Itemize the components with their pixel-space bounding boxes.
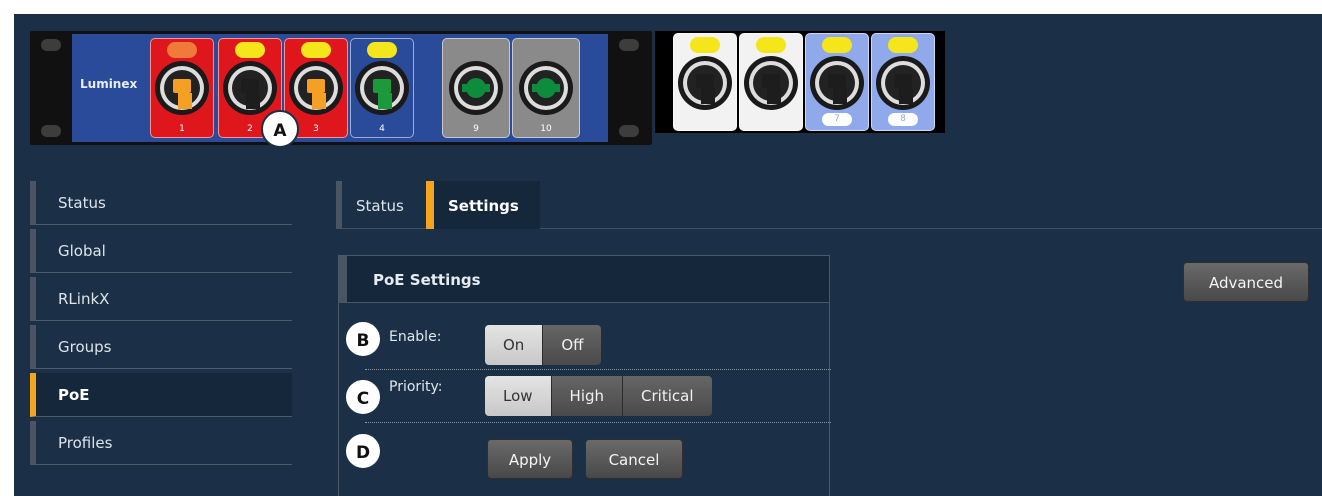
port-number: 9 <box>473 124 479 134</box>
port-number: 4 <box>379 124 385 134</box>
device-front-panel: Luminex 1 2 3 4 9 10 <box>30 31 652 145</box>
enable-toggle-group: On Off <box>485 325 602 365</box>
tab-status[interactable]: Status <box>336 181 424 229</box>
priority-low-button[interactable]: Low <box>485 376 551 416</box>
port-led <box>822 37 852 53</box>
port-led <box>690 37 720 53</box>
sidebar-item-global[interactable]: Global <box>30 229 292 273</box>
rack-ear-hole <box>619 125 639 137</box>
port-number: 10 <box>540 124 552 134</box>
sidebar-item-groups[interactable]: Groups <box>30 325 292 369</box>
sidebar-item-profiles[interactable]: Profiles <box>30 421 292 465</box>
sidebar-item-status[interactable]: Status <box>30 181 292 225</box>
rack-ear-hole <box>41 125 61 137</box>
port-led <box>756 37 786 53</box>
port-led <box>367 42 397 58</box>
callout-marker-a: A <box>261 110 299 148</box>
device-expansion-panel: 7 8 <box>655 31 945 133</box>
port-led <box>888 37 918 53</box>
port-5[interactable] <box>673 33 737 131</box>
port-led <box>301 42 331 58</box>
rj45-jack-icon <box>678 56 732 110</box>
brand-logo: Luminex <box>80 77 138 91</box>
callout-marker-d: D <box>344 432 382 470</box>
priority-critical-button[interactable]: Critical <box>622 376 712 416</box>
port-9[interactable]: 9 <box>442 38 510 138</box>
callout-marker-c: C <box>344 378 382 416</box>
port-6[interactable] <box>739 33 803 131</box>
rj45-jack-icon <box>155 61 209 115</box>
port-7[interactable]: 7 <box>805 33 869 131</box>
rack-ear-hole <box>41 39 61 51</box>
port-number <box>690 113 720 126</box>
rj45-jack-icon <box>876 56 930 110</box>
port-led <box>235 42 265 58</box>
row-divider <box>365 369 831 370</box>
advanced-button[interactable]: Advanced <box>1183 262 1309 302</box>
rack-ear-hole <box>619 39 639 51</box>
port-led <box>167 42 197 58</box>
rj45-jack-icon <box>810 56 864 110</box>
enable-on-button[interactable]: On <box>485 325 543 365</box>
sidebar-item-poe[interactable]: PoE <box>30 373 292 417</box>
rj45-jack-icon <box>744 56 798 110</box>
port-number: 7 <box>822 113 852 126</box>
xlr-connector-icon <box>449 61 503 115</box>
sidebar-nav: Status Global RLinkX Groups PoE Profiles <box>30 181 292 469</box>
enable-off-button[interactable]: Off <box>542 325 602 365</box>
port-10[interactable]: 10 <box>512 38 580 138</box>
rj45-jack-icon <box>355 61 409 115</box>
poe-settings-panel: PoE Settings Enable: On Off Priority: Lo… <box>338 255 831 496</box>
enable-label: Enable: <box>389 329 442 345</box>
cancel-button[interactable]: Cancel <box>585 439 683 479</box>
rj45-jack-icon <box>289 61 343 115</box>
callout-marker-b: B <box>344 320 382 358</box>
rj45-jack-icon <box>223 61 277 115</box>
apply-button[interactable]: Apply <box>487 439 573 479</box>
priority-high-button[interactable]: High <box>550 376 623 416</box>
tab-bar: Status Settings <box>336 181 1322 229</box>
port-1[interactable]: 1 <box>150 38 214 138</box>
port-4[interactable]: 4 <box>350 38 414 138</box>
priority-selector: Low High Critical <box>485 376 712 416</box>
port-number <box>756 113 786 126</box>
row-divider <box>365 422 831 423</box>
app-window: Luminex 1 2 3 4 9 10 7 8 A Status Global… <box>14 14 1322 496</box>
poe-settings-title: PoE Settings <box>339 256 829 303</box>
device-panel: Luminex 1 2 3 4 9 10 <box>72 34 608 142</box>
port-number: 1 <box>179 124 185 134</box>
xlr-connector-icon <box>519 61 573 115</box>
port-8[interactable]: 8 <box>871 33 935 131</box>
tab-settings[interactable]: Settings <box>426 181 540 229</box>
priority-label: Priority: <box>389 379 443 395</box>
sidebar-item-rlinkx[interactable]: RLinkX <box>30 277 292 321</box>
port-number: 8 <box>888 113 918 126</box>
